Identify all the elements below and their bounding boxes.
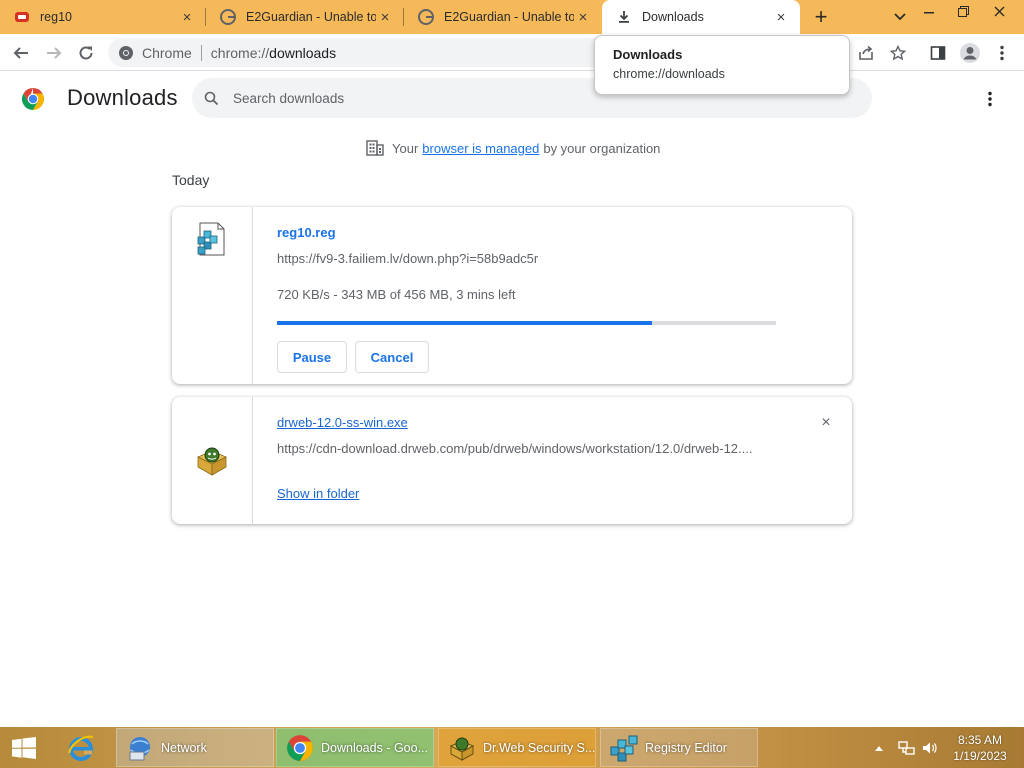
progress-fill [277, 321, 653, 325]
browser-toolbar: Chrome chrome://downloads [0, 34, 1024, 71]
network-icon [125, 733, 155, 763]
download-icon [616, 9, 632, 25]
back-icon[interactable] [7, 39, 35, 67]
close-tab-icon[interactable]: × [376, 8, 394, 26]
windows-start-icon[interactable] [8, 734, 40, 762]
cancel-button[interactable]: Cancel [355, 341, 429, 373]
tab-search-chevron-icon[interactable] [888, 5, 912, 29]
download-status: 720 KB/s - 343 MB of 456 MB, 3 mins left [277, 287, 516, 302]
tab-downloads[interactable]: Downloads × [602, 0, 800, 34]
reload-icon[interactable] [72, 39, 100, 67]
system-clock[interactable]: 8:35 AM 1/19/2023 [950, 732, 1010, 764]
forward-icon[interactable] [40, 39, 68, 67]
google-favicon-icon [418, 9, 434, 25]
taskbar-item-label: Downloads - Goo... [321, 740, 428, 755]
close-tab-icon[interactable]: × [574, 8, 592, 26]
managed-suffix: by your organization [543, 140, 661, 156]
taskbar-item-registry-editor[interactable]: Registry Editor [600, 728, 758, 767]
clock-time: 8:35 AM [957, 733, 1003, 747]
close-window-icon[interactable] [982, 0, 1016, 22]
hover-card-title: Downloads [613, 47, 683, 62]
chrome-menu-icon[interactable] [988, 39, 1016, 67]
file-url: https://cdn-download.drweb.com/pub/drweb… [277, 441, 753, 456]
tab-reg10[interactable]: reg10 × [0, 0, 206, 34]
new-tab-button[interactable]: + [808, 4, 834, 30]
clock-date: 1/19/2023 [953, 749, 1007, 763]
hover-card-url: chrome://downloads [613, 67, 725, 81]
bookmark-star-icon[interactable] [884, 39, 912, 67]
building-icon [366, 140, 384, 156]
close-tab-icon[interactable]: × [772, 8, 790, 26]
file-url: https://fv9-3.failiem.lv/down.php?i=58b9… [277, 251, 539, 266]
tab-e2guardian-2[interactable]: E2Guardian - Unable to lo × [404, 0, 602, 34]
taskbar-item-label: Registry Editor [645, 740, 727, 755]
managed-prefix: Your [392, 140, 419, 156]
drweb-installer-icon [194, 443, 230, 479]
search-icon [204, 91, 219, 106]
tab-title: Downloads [642, 10, 704, 24]
site-info-chip[interactable]: Chrome [118, 45, 192, 61]
share-icon[interactable] [852, 39, 880, 67]
download-item: reg10.reg https://fv9-3.failiem.lv/down.… [172, 207, 852, 384]
side-panel-icon[interactable] [924, 39, 952, 67]
file-name-link[interactable]: drweb-12.0-ss-win.exe [277, 415, 408, 430]
taskbar-item-network[interactable]: Network [116, 728, 274, 767]
close-tab-icon[interactable]: × [178, 8, 196, 26]
managed-notice: Your browser is managed by your organiza… [366, 140, 660, 156]
tab-title: reg10 [40, 10, 72, 24]
registry-editor-icon [609, 733, 639, 763]
date-section-label: Today [172, 172, 210, 188]
page-title: Downloads [67, 85, 178, 110]
tab-e2guardian-1[interactable]: E2Guardian - Unable to lo × [206, 0, 404, 34]
restore-icon[interactable] [946, 0, 980, 22]
profile-avatar-icon[interactable] [956, 39, 984, 67]
taskbar-item-chrome[interactable]: Downloads - Goo... [276, 728, 434, 767]
minimize-icon[interactable] [912, 0, 946, 22]
taskbar-item-drweb[interactable]: Dr.Web Security S... [438, 728, 596, 767]
omnibox-divider [200, 44, 202, 61]
show-in-folder-link[interactable]: Show in folder [277, 486, 359, 501]
tab-title: E2Guardian - Unable to lo [246, 10, 376, 24]
taskbar-item-label: Dr.Web Security S... [483, 740, 595, 755]
remove-from-list-icon[interactable]: × [816, 413, 836, 433]
tab-strip: reg10 × E2Guardian - Unable to lo × E2Gu… [0, 0, 1024, 34]
google-favicon-icon [220, 9, 236, 25]
more-actions-icon[interactable] [978, 86, 1002, 112]
site-chip-label: Chrome [142, 44, 192, 61]
network-tray-icon[interactable] [898, 727, 916, 768]
drweb-icon [447, 733, 477, 763]
downloads-header: Downloads [0, 72, 1024, 126]
windows-taskbar: Network Downloads - Goo... Dr.Web Securi… [0, 727, 1024, 768]
show-hidden-icons-icon[interactable] [874, 727, 884, 768]
url-path: downloads [269, 44, 337, 61]
blocked-favicon-icon [14, 9, 30, 25]
tab-title: E2Guardian - Unable to lo [444, 10, 574, 24]
registry-file-icon [194, 221, 230, 257]
internet-explorer-icon[interactable] [62, 731, 100, 765]
chrome-logo-icon [21, 87, 45, 111]
download-progress-bar [277, 321, 776, 325]
pause-button[interactable]: Pause [277, 341, 347, 373]
tab-hover-card: Downloads chrome://downloads [594, 35, 850, 95]
browser-managed-link[interactable]: browser is managed [422, 141, 539, 156]
url-scheme: chrome:// [210, 44, 270, 61]
chrome-icon [285, 733, 315, 763]
chrome-site-icon [119, 45, 133, 60]
file-name[interactable]: reg10.reg [277, 225, 336, 240]
volume-icon[interactable] [922, 727, 938, 768]
download-item: drweb-12.0-ss-win.exe https://cdn-downlo… [172, 397, 852, 524]
taskbar-item-label: Network [161, 740, 207, 755]
url-text[interactable]: chrome://downloads [211, 45, 336, 61]
